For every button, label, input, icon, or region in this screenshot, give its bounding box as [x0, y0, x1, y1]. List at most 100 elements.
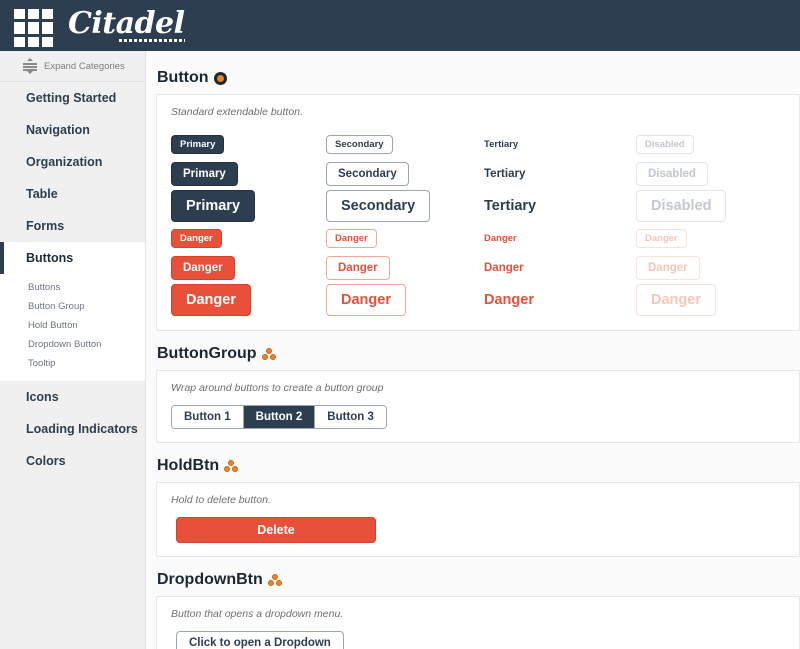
sidebar-subitem-button-group[interactable]: Button Group [0, 297, 145, 316]
danger-disabled-button-large: Danger [636, 284, 716, 316]
button-card: Standard extendable button. Primary Seco… [156, 94, 800, 331]
expand-categories-icon [22, 58, 38, 74]
button-group-segment-1[interactable]: Button 1 [172, 406, 244, 428]
sidebar-subitem-label: Dropdown Button [28, 339, 102, 350]
tertiary-button-medium[interactable]: Tertiary [481, 162, 528, 186]
grid-logo-icon [14, 8, 56, 47]
primary-button-small[interactable]: Primary [171, 134, 225, 154]
section-dropdown-btn: DropdownBtn Button that opens a dropdown… [156, 571, 800, 649]
sidebar-subitem-buttons[interactable]: Buttons [0, 278, 145, 297]
section-title-text: DropdownBtn [157, 571, 263, 588]
brand-logo[interactable]: Citadel [14, 5, 185, 47]
hold-btn-description: Hold to delete button. [171, 494, 271, 506]
cell-tertiary-large: Tertiary [481, 189, 636, 223]
danger-tertiary-button-medium[interactable]: Danger [481, 256, 527, 280]
primary-button-medium[interactable]: Primary [171, 162, 238, 186]
cluster-icon [224, 459, 239, 473]
danger-tertiary-button-large[interactable]: Danger [481, 284, 537, 316]
cell-danger-outline-medium: Danger [326, 253, 481, 283]
section-button-group-title: ButtonGroup [156, 345, 800, 363]
cell-primary-medium: Primary [171, 159, 326, 189]
expand-categories-button[interactable]: Expand Categories [0, 51, 145, 82]
cell-danger-outline-large: Danger [326, 283, 481, 317]
hold-btn-card: Hold to delete button. Delete [156, 482, 800, 557]
cell-tertiary-medium: Tertiary [481, 159, 636, 189]
sidebar-subitem-label: Button Group [28, 301, 85, 312]
disabled-button-large: Disabled [636, 190, 727, 222]
sidebar-item-getting-started[interactable]: Getting Started [0, 82, 145, 114]
sidebar-item-label: Table [26, 187, 58, 201]
danger-disabled-button-small: Danger [636, 228, 687, 248]
sidebar-item-loading-indicators[interactable]: Loading Indicators [0, 413, 145, 445]
secondary-button-small[interactable]: Secondary [326, 134, 393, 154]
expand-categories-label: Expand Categories [44, 60, 125, 72]
primary-button-large[interactable]: Primary [171, 190, 256, 222]
sidebar-item-label: Icons [26, 390, 59, 404]
sidebar-item-buttons[interactable]: Buttons [0, 242, 145, 274]
cell-danger-tertiary-medium: Danger [481, 253, 636, 283]
app-root: Citadel Expand Categories Getting Starte… [0, 0, 800, 649]
cell-secondary-medium: Secondary [326, 159, 481, 189]
danger-disabled-button-medium: Danger [636, 256, 700, 280]
secondary-button-medium[interactable]: Secondary [326, 162, 409, 186]
cell-danger-disabled-large: Danger [636, 283, 796, 317]
disabled-button-medium: Disabled [636, 162, 708, 186]
sidebar-item-icons[interactable]: Icons [0, 381, 145, 413]
cell-disabled-medium: Disabled [636, 159, 796, 189]
button-group-segment-2[interactable]: Button 2 [243, 406, 316, 428]
section-title-text: HoldBtn [157, 457, 220, 474]
sidebar-subitem-label: Buttons [28, 282, 61, 293]
tertiary-button-small[interactable]: Tertiary [481, 135, 521, 154]
sidebar-item-organization[interactable]: Organization [0, 146, 145, 178]
cluster-icon [267, 573, 282, 587]
button-matrix: Primary Secondary Tertiary Disabled Prim… [171, 129, 785, 317]
section-button: Button Standard extendable button. Prima… [156, 69, 800, 331]
dropdown-btn-card: Button that opens a dropdown menu. Click… [156, 596, 800, 649]
sidebar-item-forms[interactable]: Forms [0, 210, 145, 242]
sidebar-item-label: Forms [26, 219, 65, 233]
sidebar-item-colors[interactable]: Colors [0, 445, 145, 477]
main-content: Button Standard extendable button. Prima… [146, 51, 800, 649]
dropdown-btn-description: Button that opens a dropdown menu. [171, 608, 344, 620]
open-dropdown-button[interactable]: Click to open a Dropdown [176, 631, 344, 649]
sidebar-item-label: Navigation [26, 123, 90, 137]
cluster-icon [261, 347, 276, 361]
danger-outline-button-medium[interactable]: Danger [326, 256, 390, 280]
button-description: Standard extendable button. [171, 106, 303, 118]
danger-button-large[interactable]: Danger [171, 284, 251, 316]
section-button-title: Button [156, 69, 800, 87]
cell-secondary-large: Secondary [326, 189, 481, 223]
sidebar-item-label: Getting Started [26, 91, 117, 105]
cell-danger-disabled-medium: Danger [636, 253, 796, 283]
sidebar-subitem-hold-button[interactable]: Hold Button [0, 316, 145, 335]
sidebar-subitem-dropdown-button[interactable]: Dropdown Button [0, 335, 145, 354]
section-title-text: ButtonGroup [157, 345, 257, 362]
danger-button-small[interactable]: Danger [171, 228, 222, 248]
brand-name: Citadel [68, 5, 185, 42]
danger-outline-button-small[interactable]: Danger [326, 228, 377, 248]
button-group: Button 1 Button 2 Button 3 [171, 405, 387, 429]
sidebar-item-label: Buttons [26, 251, 74, 265]
sidebar-item-label: Organization [26, 155, 103, 169]
secondary-button-large[interactable]: Secondary [326, 190, 431, 222]
cell-disabled-small: Disabled [636, 129, 796, 159]
cell-primary-large: Primary [171, 189, 326, 223]
section-hold-btn-title: HoldBtn [156, 457, 800, 475]
button-group-description: Wrap around buttons to create a button g… [171, 382, 384, 394]
target-icon [213, 71, 227, 85]
cell-danger-medium: Danger [171, 253, 326, 283]
button-group-segment-3[interactable]: Button 3 [315, 406, 386, 428]
sidebar-item-label: Colors [26, 454, 66, 468]
cell-danger-tertiary-large: Danger [481, 283, 636, 317]
danger-outline-button-large[interactable]: Danger [326, 284, 406, 316]
cell-tertiary-small: Tertiary [481, 129, 636, 159]
sidebar-item-navigation[interactable]: Navigation [0, 114, 145, 146]
sidebar-subitem-label: Hold Button [28, 320, 78, 331]
delete-button[interactable]: Delete [176, 517, 376, 543]
danger-tertiary-button-small[interactable]: Danger [481, 229, 520, 248]
sidebar-item-label: Loading Indicators [26, 422, 138, 436]
sidebar-subitem-tooltip[interactable]: Tooltip [0, 354, 145, 373]
tertiary-button-large[interactable]: Tertiary [481, 190, 539, 222]
danger-button-medium[interactable]: Danger [171, 256, 235, 280]
sidebar-item-table[interactable]: Table [0, 178, 145, 210]
